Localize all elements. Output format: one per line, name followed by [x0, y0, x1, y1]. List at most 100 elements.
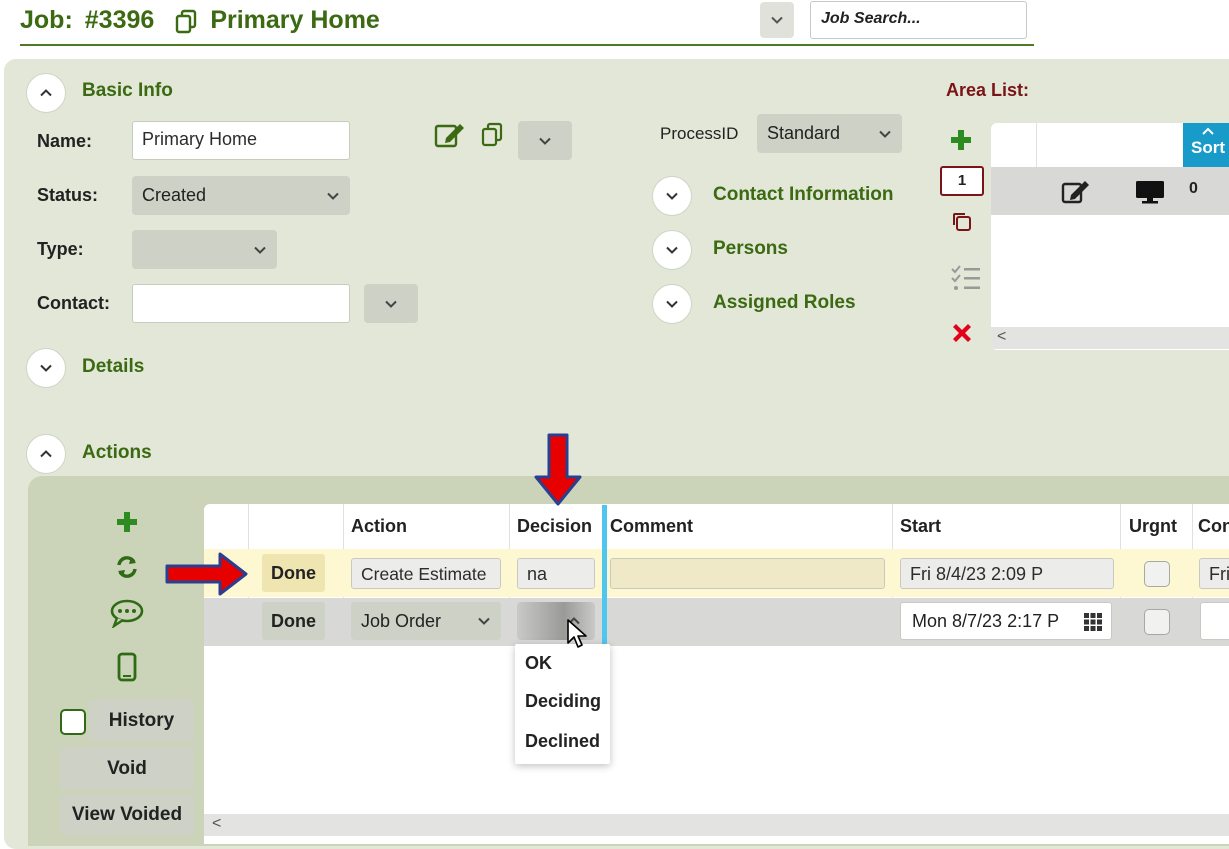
chevron-up-icon: [40, 450, 52, 458]
chevron-down-icon: [539, 137, 551, 145]
row-start-field[interactable]: Fri 8/4/23 2:09 P: [900, 558, 1114, 589]
calendar-grid-icon[interactable]: [1083, 612, 1103, 632]
contact-label: Contact:: [37, 293, 110, 313]
assigned-roles-title[interactable]: Assigned Roles: [713, 292, 856, 314]
edit-area-icon[interactable]: [1061, 179, 1091, 205]
status-select[interactable]: Created: [132, 176, 350, 215]
area-list-title: Area List:: [946, 80, 1030, 100]
job-name: Primary Home: [210, 6, 380, 34]
refresh-icon[interactable]: [114, 554, 140, 580]
contact-dropdown[interactable]: [364, 284, 418, 323]
area-grid-scrollbar[interactable]: <: [991, 327, 1229, 349]
row-action-select[interactable]: Job Order: [351, 602, 501, 640]
row-urgent-checkbox[interactable]: [1144, 609, 1170, 635]
name-input[interactable]: Primary Home: [132, 121, 350, 160]
chevron-down-icon: [666, 300, 678, 308]
job-title: Job: #3396 Primary Home: [20, 6, 380, 35]
row-con-field[interactable]: [1200, 602, 1229, 640]
copy-name-icon[interactable]: [480, 121, 506, 147]
duplicate-area-icon[interactable]: [951, 211, 973, 233]
column-header-decision[interactable]: Decision: [517, 516, 592, 537]
decision-dropdown-menu: OK Deciding Declined: [515, 644, 610, 764]
view-voided-button[interactable]: View Voided: [60, 795, 194, 835]
void-label: Void: [107, 757, 147, 779]
process-id-label: ProcessID: [660, 124, 739, 143]
mouse-cursor-icon: [567, 619, 587, 648]
void-button[interactable]: Void: [60, 747, 194, 790]
process-id-value: Standard: [767, 123, 841, 143]
row-decision-field[interactable]: na: [517, 558, 595, 589]
row-urgent-checkbox[interactable]: [1144, 561, 1170, 587]
scroll-left-icon[interactable]: <: [997, 328, 1006, 346]
actions-collapse-button[interactable]: [26, 434, 66, 474]
edit-icon[interactable]: [434, 121, 466, 149]
column-header-action[interactable]: Action: [351, 516, 407, 537]
chevron-down-icon: [385, 300, 397, 308]
details-title[interactable]: Details: [82, 356, 144, 378]
copy-icon[interactable]: [174, 8, 200, 34]
column-resize-handle[interactable]: [602, 505, 607, 645]
comment-icon[interactable]: [109, 598, 145, 628]
status-value: Created: [142, 185, 207, 205]
basic-info-title: Basic Info: [82, 80, 173, 101]
row-comment-field[interactable]: [610, 558, 885, 589]
row-status-button[interactable]: Done: [262, 602, 325, 640]
history-button[interactable]: History: [89, 699, 194, 742]
contact-input[interactable]: [132, 284, 350, 323]
row-start-datetime[interactable]: Mon 8/7/23 2:17 P: [900, 602, 1112, 640]
delete-area-icon[interactable]: [950, 321, 974, 345]
chevron-down-icon: [666, 192, 678, 200]
details-expand-button[interactable]: [26, 348, 66, 388]
chevron-down-icon: [254, 246, 266, 254]
column-header-con[interactable]: Con: [1198, 516, 1229, 537]
basic-info-collapse-button[interactable]: [26, 73, 66, 113]
name-options-dropdown[interactable]: [518, 121, 572, 160]
add-action-icon[interactable]: [115, 510, 139, 534]
add-area-icon[interactable]: [949, 128, 973, 152]
row-status-button[interactable]: Done: [262, 554, 325, 592]
row-status-label: Done: [271, 610, 316, 631]
assigned-roles-expand-button[interactable]: [652, 284, 692, 324]
column-header-start[interactable]: Start: [900, 516, 941, 537]
annotation-arrow-right: [165, 552, 248, 596]
decision-option-deciding[interactable]: Deciding: [525, 691, 601, 712]
mobile-phone-icon[interactable]: [116, 652, 138, 682]
monitor-icon[interactable]: [1134, 179, 1166, 205]
column-header-comment[interactable]: Comment: [610, 516, 693, 537]
area-row[interactable]: 0: [991, 167, 1229, 215]
row-start-value: Mon 8/7/23 2:17 P: [912, 611, 1060, 631]
job-search-input[interactable]: Job Search...: [810, 1, 1027, 39]
decision-option-ok[interactable]: OK: [525, 653, 552, 674]
process-id-select[interactable]: Standard: [757, 114, 902, 153]
row-status-label: Done: [271, 562, 316, 583]
type-select[interactable]: [132, 230, 277, 269]
chevron-down-icon: [771, 16, 783, 24]
annotation-arrow-down: [534, 433, 582, 506]
chevron-down-icon: [666, 246, 678, 254]
contact-information-title[interactable]: Contact Information: [713, 184, 894, 206]
header-underline: [20, 44, 1034, 46]
row-action-value: Job Order: [361, 610, 442, 631]
job-number: #3396: [84, 6, 155, 34]
contact-information-expand-button[interactable]: [652, 176, 692, 216]
status-label: Status:: [37, 185, 99, 205]
sort-label: Sort: [1191, 138, 1225, 157]
column-header-urgent[interactable]: Urgnt: [1129, 516, 1177, 537]
job-dropdown-button[interactable]: [760, 2, 794, 38]
persons-expand-button[interactable]: [652, 230, 692, 270]
chevron-up-icon: [40, 89, 52, 97]
chevron-down-icon: [478, 617, 490, 625]
area-row-count: 0: [1189, 180, 1198, 197]
chevron-down-icon: [40, 364, 52, 372]
type-label: Type:: [37, 239, 84, 259]
persons-title[interactable]: Persons: [713, 238, 788, 260]
scroll-left-icon[interactable]: <: [212, 815, 221, 833]
history-checkbox[interactable]: [60, 709, 86, 735]
row-action-field[interactable]: Create Estimate: [351, 558, 501, 589]
decision-option-declined[interactable]: Declined: [525, 731, 600, 752]
area-count-box: 1: [940, 166, 984, 196]
checklist-icon[interactable]: [950, 264, 982, 292]
row-con-field[interactable]: Fri: [1199, 558, 1229, 589]
job-label: Job:: [20, 6, 73, 34]
chevron-down-icon: [327, 192, 339, 200]
